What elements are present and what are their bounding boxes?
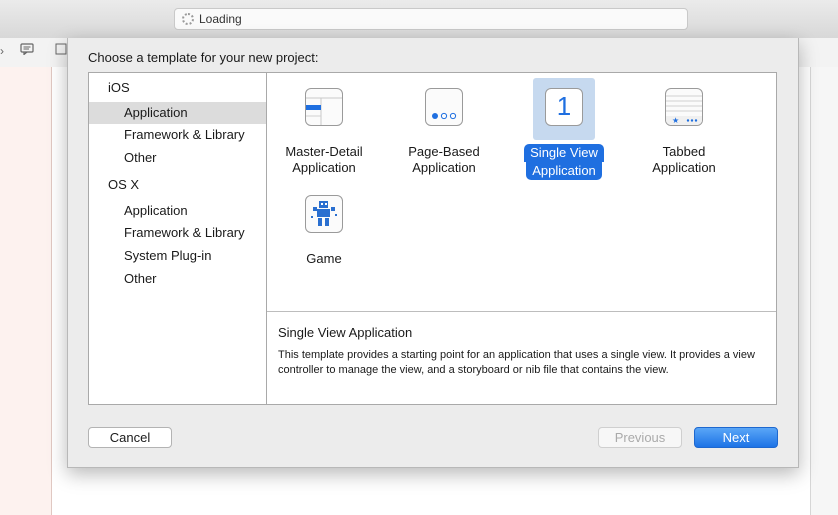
description-text: This template provides a starting point …	[278, 349, 755, 376]
template-gallery: Master-Detail Application Page-Based Appli…	[267, 73, 776, 312]
description-title: Single View Application	[278, 325, 413, 340]
grid-icon[interactable]	[55, 43, 67, 58]
sidebar-header-osx: OS X	[108, 177, 140, 192]
sidebar-item-osx-framework-library[interactable]: Framework & Library	[89, 222, 266, 244]
sidebar-item-osx-other[interactable]: Other	[89, 268, 266, 290]
next-button[interactable]: Next	[694, 427, 778, 448]
sidebar-item-ios-other[interactable]: Other	[89, 147, 266, 169]
page-based-icon	[425, 88, 463, 126]
master-detail-icon	[305, 88, 343, 126]
template-chooser: iOS Application Framework & Library Othe…	[88, 72, 777, 405]
template-chooser-sheet: Choose a template for your new project: …	[67, 38, 799, 468]
template-label: Application	[526, 162, 602, 180]
platform-sidebar: iOS Application Framework & Library Othe…	[89, 73, 267, 404]
sidebar-item-ios-application[interactable]: Application	[89, 102, 266, 124]
template-label: Master-Detail	[285, 144, 363, 159]
chevron-right-icon[interactable]: ›	[0, 44, 4, 58]
sidebar-item-ios-framework-library[interactable]: Framework & Library	[89, 124, 266, 146]
window-titlebar: Loading	[0, 0, 838, 39]
template-tabbed[interactable]: ★ Tabbed Application	[629, 73, 739, 183]
template-label: Tabbed	[662, 144, 706, 159]
sidebar-item-osx-application[interactable]: Application	[89, 200, 266, 222]
template-label: Application	[292, 160, 356, 175]
tabbed-icon: ★	[665, 88, 703, 126]
game-icon	[305, 195, 343, 233]
template-label: Page-Based	[408, 144, 480, 159]
sidebar-header-ios: iOS	[108, 80, 130, 95]
previous-button[interactable]: Previous	[598, 427, 682, 448]
template-page-based[interactable]: Page-Based Application	[389, 73, 499, 183]
cancel-button[interactable]: Cancel	[88, 427, 172, 448]
sidebar-item-osx-system-plugin[interactable]: System Plug-in	[89, 245, 266, 267]
svg-text:★: ★	[672, 116, 679, 125]
left-gutter	[0, 67, 52, 515]
activity-status: Loading	[199, 12, 242, 26]
template-label: Application	[652, 160, 716, 175]
activity-view: Loading	[174, 8, 688, 30]
template-master-detail[interactable]: Master-Detail Application	[269, 73, 379, 183]
template-single-view[interactable]: 1 Single View Application	[509, 73, 619, 183]
template-description: Single View Application This template pr…	[267, 312, 776, 404]
comment-icon[interactable]	[20, 43, 34, 58]
loading-spinner-icon	[182, 13, 194, 25]
sheet-title: Choose a template for your new project:	[88, 50, 319, 65]
template-game[interactable]: Game	[269, 179, 379, 289]
single-view-glyph: 1	[556, 91, 572, 121]
template-label: Game	[306, 251, 342, 266]
template-label: Application	[412, 160, 476, 175]
template-label: Single View	[524, 144, 604, 162]
right-gutter	[810, 67, 838, 515]
single-view-icon: 1	[545, 88, 583, 126]
